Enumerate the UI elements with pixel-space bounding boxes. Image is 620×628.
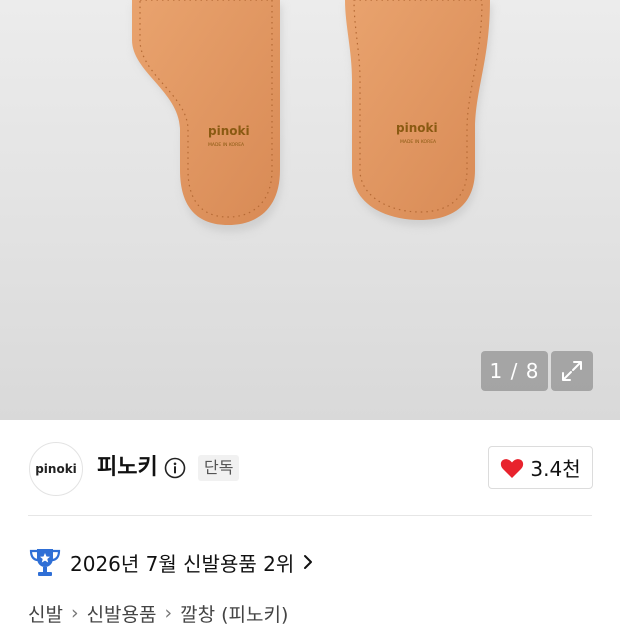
breadcrumb: 신발 › 신발용품 › 깔창 (피노키) bbox=[28, 598, 288, 628]
brand-name[interactable]: 피노키 bbox=[97, 453, 158, 483]
insole-sub-left: MADE IN KOREA bbox=[208, 142, 245, 148]
insole-sub-right: MADE IN KOREA bbox=[400, 139, 437, 145]
brand-logo-text: pinoki bbox=[35, 462, 77, 476]
info-icon[interactable] bbox=[164, 457, 186, 479]
divider bbox=[28, 515, 592, 516]
chevron-right-icon bbox=[304, 555, 313, 569]
breadcrumb-item-insole[interactable]: 깔창 (피노키) bbox=[180, 600, 288, 627]
product-image-gallery[interactable]: pinoki MADE IN KOREA pinoki MADE IN KORE… bbox=[0, 0, 620, 420]
chevron-right-icon: › bbox=[70, 602, 79, 624]
like-button[interactable]: 3.4천 bbox=[488, 446, 593, 489]
chevron-right-icon: › bbox=[164, 602, 173, 624]
image-counter: 1 / 8 bbox=[481, 351, 548, 391]
brand-row: pinoki 피노키 단독 3.4천 bbox=[0, 420, 620, 515]
heart-icon bbox=[501, 458, 524, 478]
expand-icon bbox=[562, 361, 582, 381]
brand-logo[interactable]: pinoki bbox=[29, 442, 83, 496]
insole-logo-right: pinoki bbox=[396, 121, 438, 135]
breadcrumb-item-shoes[interactable]: 신발 bbox=[28, 600, 63, 627]
ranking-link[interactable]: 2026년 7월 신발용품 2위 bbox=[28, 544, 314, 580]
breadcrumb-item-shoe-accessories[interactable]: 신발용품 bbox=[87, 600, 157, 627]
exclusive-badge: 단독 bbox=[198, 455, 240, 481]
expand-button[interactable] bbox=[551, 351, 593, 391]
trophy-icon bbox=[29, 549, 61, 576]
like-count: 3.4천 bbox=[530, 457, 581, 481]
ranking-text: 2026년 7월 신발용품 2위 bbox=[70, 551, 295, 576]
insole-logo-left: pinoki bbox=[208, 124, 250, 138]
